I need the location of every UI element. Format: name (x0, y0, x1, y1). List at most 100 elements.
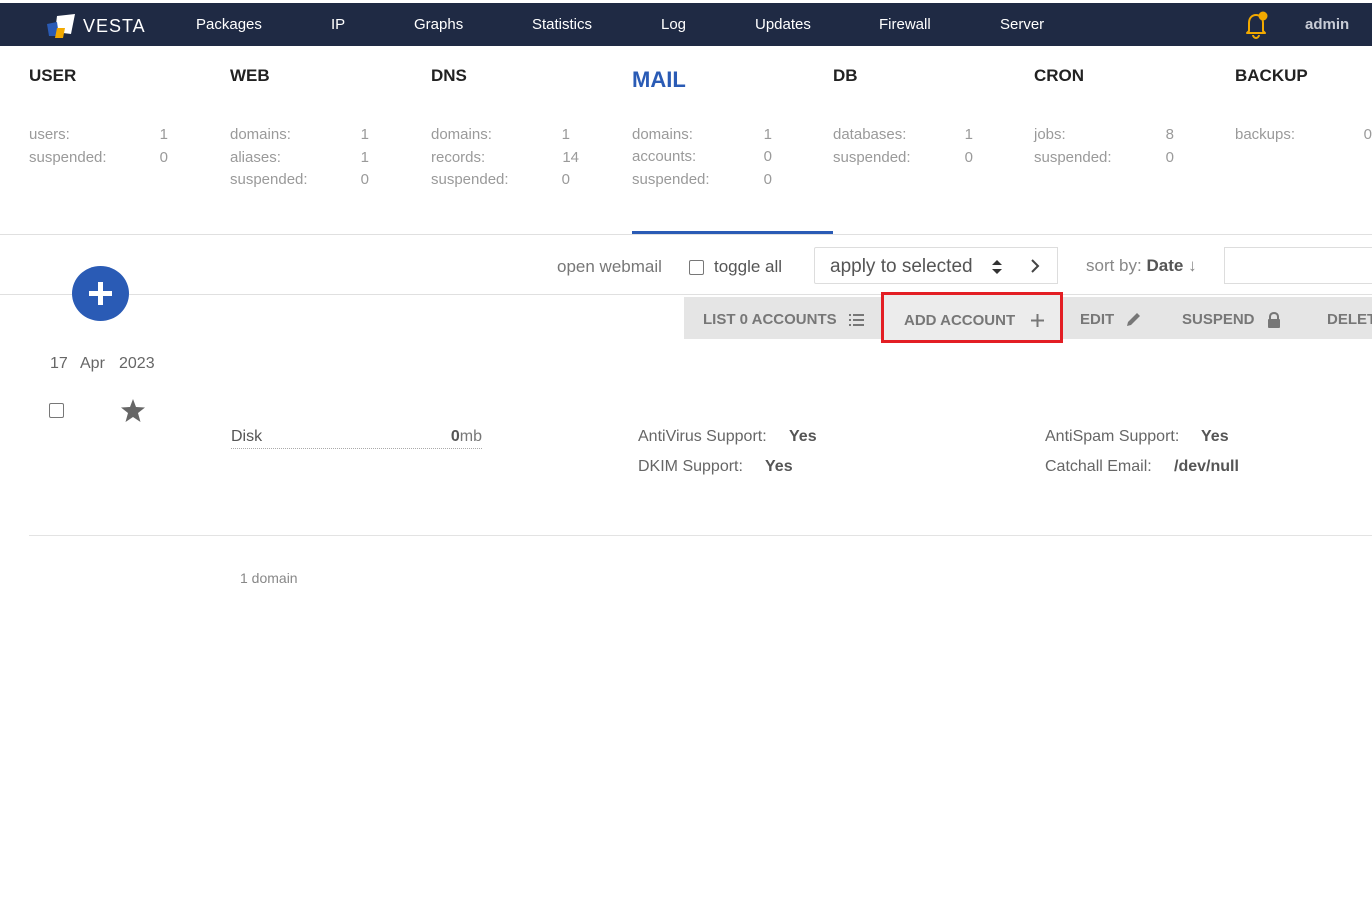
stat-title-cron[interactable]: CRON (1034, 66, 1084, 86)
stat-label: records: (431, 149, 486, 166)
stat-label: suspended: (632, 171, 710, 188)
suspend-button[interactable]: SUSPEND (1182, 311, 1281, 328)
stat-label: databases: (833, 126, 907, 143)
suspend-label: SUSPEND (1182, 311, 1255, 328)
stats-panel: USER users: 1 suspended: 0 WEB domains: … (0, 46, 1372, 235)
domain-count: 1 domain (240, 570, 298, 586)
stat-label: domains: (431, 126, 492, 143)
list-icon (848, 313, 864, 326)
stat-label: suspended: (833, 149, 911, 166)
disk-unit: mb (459, 428, 482, 445)
vesta-logo-icon (47, 14, 75, 38)
plus-icon (1031, 314, 1044, 327)
apply-button[interactable] (1016, 247, 1058, 284)
stat-label: accounts: (632, 148, 697, 165)
disk-usage: Disk 0mb (231, 427, 482, 449)
stat-label: suspended: (1034, 149, 1112, 166)
antispam-label: AntiSpam Support: (1045, 428, 1180, 445)
select-updown-icon (992, 260, 1002, 274)
sort-by-field: Date (1146, 256, 1184, 275)
stat-label: users: (29, 126, 70, 143)
stat-title-mail[interactable]: MAIL (632, 67, 686, 93)
nav-ip[interactable]: IP (331, 16, 345, 33)
bulk-action-selected: apply to selected (830, 256, 973, 277)
pencil-icon (1127, 313, 1141, 326)
nav-graphs[interactable]: Graphs (414, 16, 463, 33)
stat-value: 0 (561, 171, 570, 188)
stat-value: 0 (1363, 126, 1372, 143)
plus-icon (89, 282, 112, 305)
nav-statistics[interactable]: Statistics (532, 16, 592, 33)
stat-value: 0 (763, 148, 772, 165)
stat-value: 1 (561, 126, 570, 143)
date-day: 17 (50, 355, 68, 372)
stat-label: suspended: (230, 171, 308, 188)
toggle-all-label: toggle all (714, 257, 783, 276)
nav-log[interactable]: Log (661, 16, 686, 33)
dkim-value: Yes (765, 458, 793, 475)
stat-value: 1 (360, 126, 369, 143)
search-input[interactable] (1224, 247, 1372, 284)
stat-value: 0 (360, 171, 369, 188)
add-account-label: ADD ACCOUNT (904, 312, 1016, 329)
disk-value: 0mb (451, 428, 482, 446)
stat-label: domains: (632, 126, 693, 143)
stat-label: domains: (230, 126, 291, 143)
user-menu-admin[interactable]: admin (1305, 16, 1349, 33)
sort-arrow-icon: ↓ (1188, 256, 1197, 275)
chevron-right-icon (1031, 259, 1040, 273)
star-icon[interactable] (121, 399, 145, 422)
open-webmail-link[interactable]: open webmail (557, 257, 662, 277)
stat-title-user[interactable]: USER (29, 66, 76, 86)
stat-label: jobs: (1034, 126, 1066, 143)
delete-label: DELETE (1327, 311, 1372, 328)
notification-bell-icon[interactable] (1243, 11, 1269, 39)
stat-title-dns[interactable]: DNS (431, 66, 467, 86)
top-navbar: VESTA Packages IP Graphs Statistics Log … (0, 3, 1372, 46)
toggle-all-checkbox[interactable] (689, 259, 704, 275)
antispam-value: Yes (1201, 428, 1229, 445)
disk-number: 0 (450, 428, 460, 445)
vesta-logo[interactable]: VESTA (45, 13, 146, 39)
toggle-all[interactable]: toggle all (689, 257, 782, 277)
list-accounts-label: LIST 0 ACCOUNTS (703, 311, 837, 328)
stat-value: 0 (159, 149, 168, 166)
nav-server[interactable]: Server (1000, 16, 1044, 33)
sort-by-prefix: sort by: (1086, 256, 1142, 275)
add-domain-button[interactable] (72, 266, 129, 321)
dkim-label: DKIM Support: (638, 458, 743, 475)
stat-value: 1 (159, 126, 168, 143)
nav-updates[interactable]: Updates (755, 16, 811, 33)
stat-title-db[interactable]: DB (833, 66, 858, 86)
delete-button[interactable]: DELETE (1327, 311, 1372, 328)
bulk-action-select[interactable]: apply to selected (814, 247, 1017, 284)
list-accounts-button[interactable]: LIST 0 ACCOUNTS (703, 311, 864, 328)
stat-value: 0 (763, 171, 772, 188)
edit-label: EDIT (1080, 311, 1115, 328)
catchall-value: /dev/null (1174, 458, 1239, 475)
stat-value: 8 (1165, 126, 1174, 143)
sort-by-control[interactable]: sort by: Date ↓ (1086, 256, 1197, 276)
nav-firewall[interactable]: Firewall (879, 16, 931, 33)
row-select-checkbox[interactable] (49, 403, 64, 418)
date-year: 2023 (119, 355, 155, 372)
stat-title-web[interactable]: WEB (230, 66, 270, 86)
stat-label: backups: (1235, 126, 1296, 143)
stat-value: 1 (763, 126, 772, 143)
stat-value: 14 (562, 149, 579, 166)
disk-label: Disk (231, 428, 263, 445)
stat-title-backup[interactable]: BACKUP (1235, 66, 1308, 86)
antivirus-label: AntiVirus Support: (638, 428, 767, 445)
stat-label: suspended: (29, 149, 107, 166)
logo-text: VESTA (83, 15, 146, 36)
catchall-label: Catchall Email: (1045, 458, 1152, 475)
stat-label: aliases: (230, 149, 281, 166)
antivirus-value: Yes (789, 428, 817, 445)
nav-packages[interactable]: Packages (196, 16, 262, 33)
add-account-button[interactable]: ADD ACCOUNT (881, 292, 1063, 343)
stat-value: 0 (1165, 149, 1174, 166)
stat-value: 0 (964, 149, 973, 166)
lock-icon (1267, 311, 1280, 328)
date-month: Apr (80, 355, 105, 372)
edit-button[interactable]: EDIT (1080, 311, 1141, 328)
